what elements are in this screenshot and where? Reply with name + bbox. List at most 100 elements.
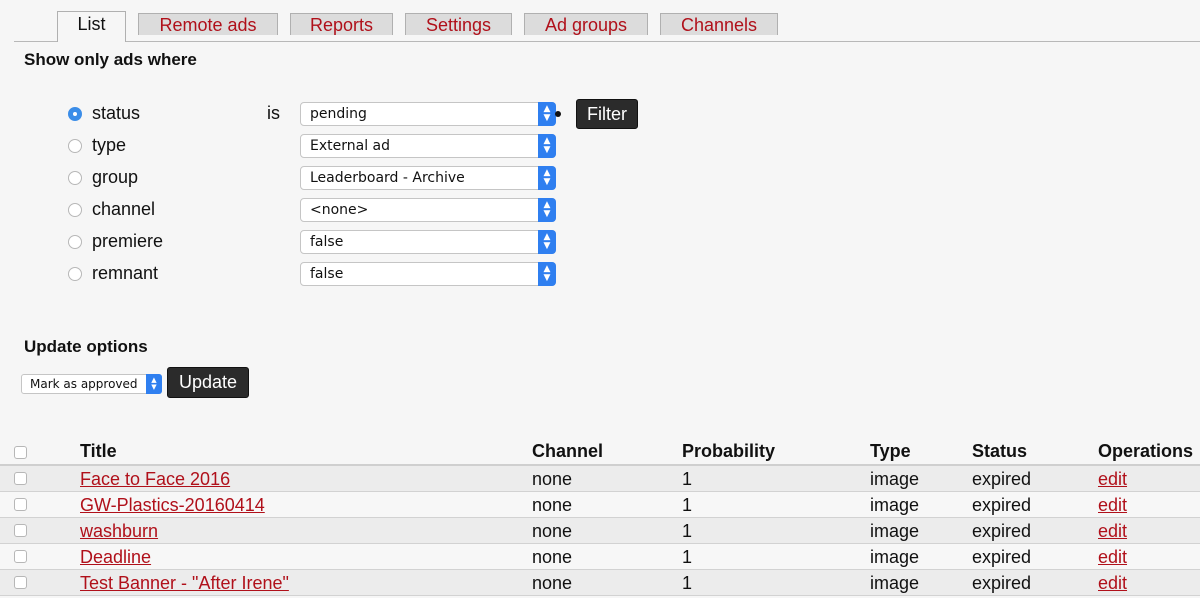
filter-row-group: group Leaderboard - Archive ▲ ▼ [0,163,1200,195]
chevron-updown-icon: ▲ ▼ [538,166,556,190]
row-checkbox[interactable] [14,472,27,485]
ad-status: expired [972,547,1032,567]
row-checkbox[interactable] [14,498,27,511]
chevron-updown-icon: ▲ ▼ [146,374,162,394]
ad-type: image [870,521,920,541]
status-select[interactable]: pending ▲ ▼ [300,102,556,126]
edit-link[interactable]: edit [1098,547,1127,568]
edit-link[interactable]: edit [1098,495,1127,516]
status-radio[interactable] [68,107,82,121]
ad-title-link[interactable]: Face to Face 2016 [80,469,230,490]
type-radio[interactable] [68,139,82,153]
filter-label-premiere: premiere [92,231,164,251]
select-all-checkbox[interactable] [14,446,27,459]
filter-row-type: type External ad ▲ ▼ [0,131,1200,163]
remnant-select-value: false [310,266,344,282]
table-row: Test Banner - "After Irene" none 1 image… [0,570,1200,596]
col-operations: Operations [1098,441,1194,461]
group-select[interactable]: Leaderboard - Archive ▲ ▼ [300,166,556,190]
premiere-select-value: false [310,234,344,250]
tab-remote-ads[interactable]: Remote ads [138,13,278,35]
ad-channel: none [532,547,573,567]
col-probability[interactable]: Probability [682,441,775,462]
type-select[interactable]: External ad ▲ ▼ [300,134,556,158]
filter-label-channel: channel [92,199,156,219]
remnant-radio[interactable] [68,267,82,281]
table-row: Deadline none 1 image expired edit [0,544,1200,570]
filter-button[interactable]: Filter [576,99,638,129]
tab-bar: List Remote ads Reports Settings Ad grou… [0,0,1200,42]
ad-probability: 1 [682,521,693,541]
ad-probability: 1 [682,573,693,593]
channel-select-value: <none> [310,202,369,218]
filter-label-status: status [92,103,141,123]
group-radio[interactable] [68,171,82,185]
tab-channels[interactable]: Channels [660,13,778,35]
filter-row-remnant: remnant false ▲ ▼ [0,259,1200,291]
ad-title-link[interactable]: Deadline [80,547,151,568]
remnant-select[interactable]: false ▲ ▼ [300,262,556,286]
filter-label-group: group [92,167,139,187]
channel-radio[interactable] [68,203,82,217]
ad-channel: none [532,469,573,489]
ad-status: expired [972,469,1032,489]
edit-link[interactable]: edit [1098,521,1127,542]
ad-type: image [870,573,920,593]
update-heading: Update options [24,337,148,356]
filter-row-status: status is pending ▲ ▼ Filter [0,99,1200,131]
update-action-value: Mark as approved [30,377,138,391]
ad-title-link[interactable]: GW-Plastics-20160414 [80,495,265,516]
ad-status: expired [972,521,1032,541]
bullet-dot [555,111,561,117]
ad-type: image [870,495,920,515]
col-type[interactable]: Type [870,441,911,462]
status-select-value: pending [310,106,367,122]
tab-divider [14,41,1200,42]
filter-heading: Show only ads where [24,50,197,69]
ad-status: expired [972,495,1032,515]
ad-type: image [870,547,920,567]
premiere-radio[interactable] [68,235,82,249]
premiere-select[interactable]: false ▲ ▼ [300,230,556,254]
tab-list[interactable]: List [57,11,126,42]
filter-label-type: type [92,135,127,155]
chevron-updown-icon: ▲ ▼ [538,102,556,126]
edit-link[interactable]: edit [1098,573,1127,594]
ad-probability: 1 [682,495,693,515]
table-row: Face to Face 2016 none 1 image expired e… [0,466,1200,492]
ad-channel: none [532,495,573,515]
row-checkbox[interactable] [14,576,27,589]
tab-settings[interactable]: Settings [405,13,512,35]
row-checkbox[interactable] [14,550,27,563]
col-status[interactable]: Status [972,441,1027,462]
channel-select[interactable]: <none> ▲ ▼ [300,198,556,222]
chevron-updown-icon: ▲ ▼ [538,262,556,286]
ad-channel: none [532,521,573,541]
ad-title-link[interactable]: Test Banner - "After Irene" [80,573,289,594]
ad-title-link[interactable]: washburn [80,521,158,542]
ad-probability: 1 [682,469,693,489]
filter-row-premiere: premiere false ▲ ▼ [0,227,1200,259]
col-title[interactable]: Title [80,441,117,462]
operator-label: is [267,103,280,123]
chevron-updown-icon: ▲ ▼ [538,230,556,254]
ad-type: image [870,469,920,489]
tab-ad-groups[interactable]: Ad groups [524,13,648,35]
ad-probability: 1 [682,547,693,567]
table-row: washburn none 1 image expired edit [0,518,1200,544]
chevron-updown-icon: ▲ ▼ [538,198,556,222]
filter-row-channel: channel <none> ▲ ▼ [0,195,1200,227]
row-checkbox[interactable] [14,524,27,537]
tab-reports[interactable]: Reports [290,13,393,35]
group-select-value: Leaderboard - Archive [310,170,465,186]
edit-link[interactable]: edit [1098,469,1127,490]
ad-status: expired [972,573,1032,593]
update-action-select[interactable]: Mark as approved ▲ ▼ [21,374,162,394]
table-row: GW-Plastics-20160414 none 1 image expire… [0,492,1200,518]
update-button[interactable]: Update [167,367,249,398]
ad-channel: none [532,573,573,593]
table-header: Title Channel Probability Type Status Op… [0,438,1200,466]
filter-label-remnant: remnant [92,263,159,283]
type-select-value: External ad [310,138,391,154]
col-channel[interactable]: Channel [532,441,603,462]
